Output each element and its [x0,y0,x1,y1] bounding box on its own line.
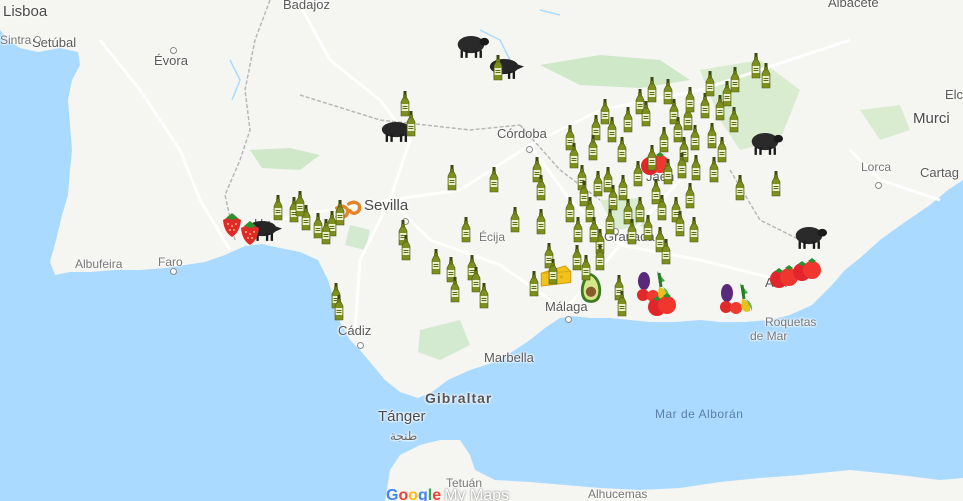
place-label-lorca: Lorca [861,160,892,174]
place-label-evora: Évora [154,53,188,68]
olive-oil-bottle-icon[interactable] [715,95,725,126]
olive-oil-bottle-icon[interactable] [548,259,558,290]
place-label-sintra: Sintra [0,33,32,47]
olive-oil-bottle-icon[interactable] [605,209,615,240]
olive-oil-bottle-icon[interactable] [536,175,546,206]
olive-oil-bottle-icon[interactable] [510,207,520,238]
olive-oil-bottle-icon[interactable] [627,219,637,250]
sheep-icon[interactable] [452,32,490,64]
olive-oil-bottle-icon[interactable] [479,283,489,314]
city-dot [357,342,364,349]
olive-oil-bottle-icon[interactable] [685,183,695,214]
olive-oil-bottle-icon[interactable] [334,295,344,326]
olive-oil-bottle-icon[interactable] [689,217,699,248]
olive-oil-bottle-icon[interactable] [431,249,441,280]
olive-oil-bottle-icon[interactable] [735,175,745,206]
olive-oil-bottle-icon[interactable] [617,291,627,322]
tomato-icon[interactable] [647,292,677,323]
place-label-lisboa: Lisboa [3,3,48,20]
olive-oil-bottle-icon[interactable] [729,107,739,138]
olive-oil-bottle-icon[interactable] [771,171,781,202]
olive-oil-bottle-icon[interactable] [751,53,761,84]
city-dot [170,47,177,54]
olive-oil-bottle-icon[interactable] [730,67,740,98]
olive-oil-bottle-icon[interactable] [691,155,701,186]
olive-oil-bottle-icon[interactable] [685,87,695,118]
olive-oil-bottle-icon[interactable] [335,200,345,231]
olive-oil-bottle-icon[interactable] [659,127,669,158]
olive-oil-bottle-icon[interactable] [406,111,416,142]
olive-oil-bottle-icon[interactable] [607,117,617,148]
olive-oil-bottle-icon[interactable] [705,71,715,102]
sheep-icon[interactable] [790,223,828,255]
city-dot [34,36,41,43]
place-label-ecija: Écija [479,230,506,244]
olive-oil-bottle-icon[interactable] [643,215,653,246]
olive-oil-bottle-icon[interactable] [273,195,283,226]
olive-oil-bottle-icon[interactable] [617,137,627,168]
olive-oil-bottle-icon[interactable] [595,245,605,276]
olive-oil-bottle-icon[interactable] [321,219,331,250]
olive-oil-bottle-icon[interactable] [707,123,717,154]
city-dot [170,268,177,275]
vegetables-icon[interactable] [718,281,754,320]
place-label-cartagena: Cartag [920,165,960,180]
place-label-alboran: Mar de Alborán [655,407,744,421]
place-label-sevilla: Sevilla [364,197,409,214]
place-label-gibraltar: Gibraltar [425,390,493,406]
strawberry-icon[interactable] [238,220,262,251]
place-label-marbella: Marbella [484,350,534,365]
place-label-badajoz: Badajoz [283,0,330,12]
olive-oil-bottle-icon[interactable] [647,145,657,176]
olive-oil-bottle-icon[interactable] [588,135,598,166]
place-label-cordoba: Córdoba [497,126,547,141]
olive-oil-bottle-icon[interactable] [589,217,599,248]
place-label-alhucemas: Alhucemas [588,487,648,501]
olive-oil-bottle-icon[interactable] [401,235,411,266]
olive-oil-bottle-icon[interactable] [581,255,591,286]
sheep-icon[interactable] [746,129,784,161]
olive-oil-bottle-icon[interactable] [579,181,589,212]
olive-oil-bottle-icon[interactable] [461,217,471,248]
olive-oil-bottle-icon[interactable] [493,55,503,86]
place-label-faro: Faro [158,255,183,269]
olive-oil-bottle-icon[interactable] [761,63,771,94]
place-label-murcia: Murci [913,110,950,127]
olive-oil-bottle-icon[interactable] [675,211,685,242]
olive-oil-bottle-icon[interactable] [690,125,700,156]
olive-oil-bottle-icon[interactable] [569,143,579,174]
place-label-roquetas1: Roquetas [765,315,817,329]
place-label-tanger: Tánger [378,408,426,425]
olive-oil-bottle-icon[interactable] [565,197,575,228]
olive-oil-bottle-icon[interactable] [529,271,539,302]
google-my-maps-logo: Google My Maps [386,487,510,501]
olive-oil-bottle-icon[interactable] [657,195,667,226]
place-label-albufeira: Albufeira [75,257,123,271]
olive-oil-bottle-icon[interactable] [295,191,305,222]
place-label-roquetas2: de Mar [750,329,788,343]
olive-oil-bottle-icon[interactable] [450,277,460,308]
place-label-albacete: Albacete [828,0,879,10]
olive-oil-bottle-icon[interactable] [661,239,671,270]
olive-oil-bottle-icon[interactable] [677,153,687,184]
olive-oil-bottle-icon[interactable] [536,209,546,240]
city-dot [875,182,882,189]
place-label-tanger_ar: طنجة [390,429,418,443]
place-label-elche: Elc [945,87,963,102]
olive-oil-bottle-icon[interactable] [633,161,643,192]
tomato-icon[interactable] [792,257,822,288]
olive-oil-bottle-icon[interactable] [641,101,651,132]
olive-oil-bottle-icon[interactable] [709,157,719,188]
olive-oil-bottle-icon[interactable] [623,107,633,138]
map-canvas[interactable]: Lisboa Badajoz Albacete Sintra Setúbal Évora E… [0,0,963,501]
shrimp-icon[interactable] [346,200,362,221]
olive-oil-bottle-icon[interactable] [447,165,457,196]
city-dot [526,146,533,153]
city-dot [565,316,572,323]
olive-oil-bottle-icon[interactable] [663,159,673,190]
olive-oil-bottle-icon[interactable] [489,167,499,198]
olive-oil-bottle-icon[interactable] [593,171,603,202]
